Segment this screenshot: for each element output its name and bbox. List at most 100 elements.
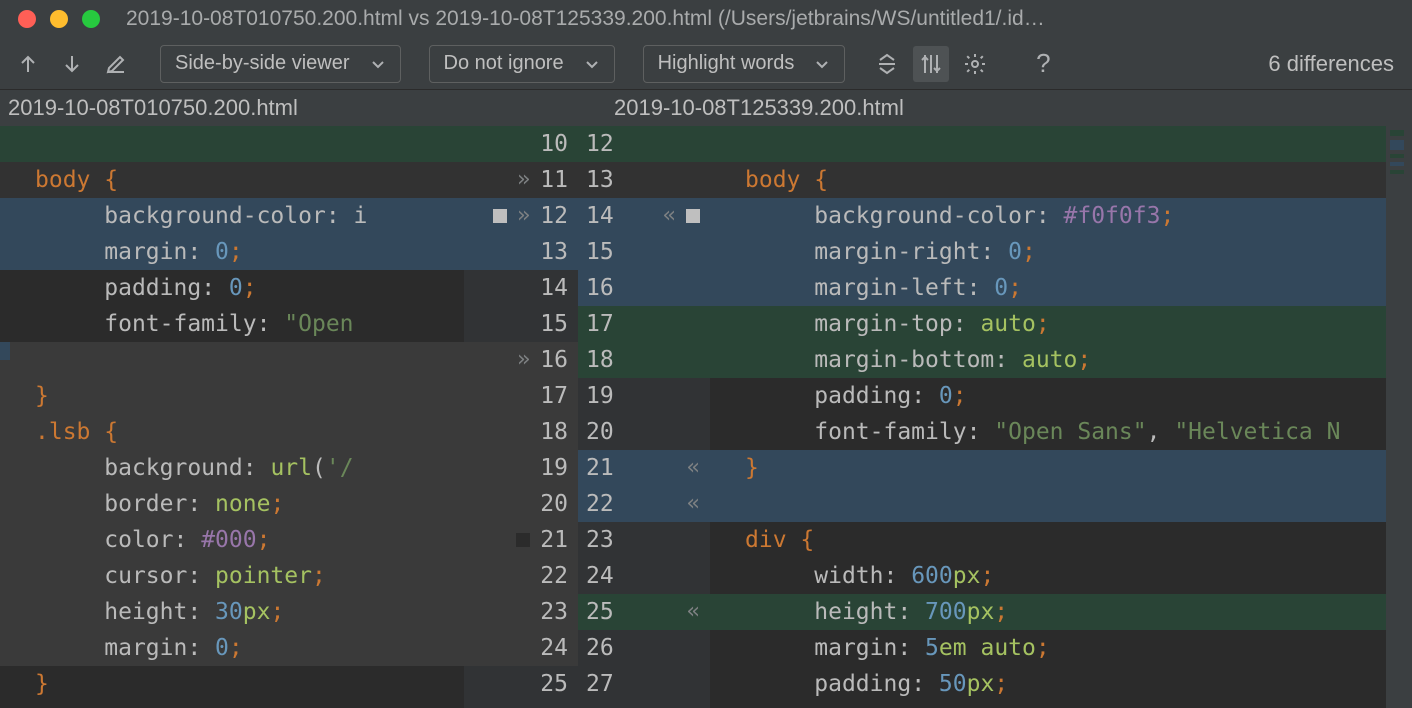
code-line[interactable]: body { [710, 162, 1386, 198]
code-line[interactable]: background: url('/ [0, 450, 464, 486]
close-window-button[interactable] [18, 10, 36, 28]
diff-viewer: body { background-color: i margin: 0; pa… [0, 126, 1412, 708]
gutter-line: 22 [464, 558, 578, 594]
collapse-icon [875, 52, 899, 76]
apply-left-icon[interactable]: « [687, 450, 700, 486]
code-line[interactable]: color: #000; [0, 522, 464, 558]
scrollbar-marker [1390, 154, 1404, 158]
collapse-unchanged-button[interactable] [869, 46, 905, 82]
gutter-line: 21« [578, 450, 710, 486]
gutter-line: 14 [464, 270, 578, 306]
gutter-line: 27 [578, 666, 710, 702]
left-gutter: 10»11»12131415»16171819202122232425 [464, 126, 578, 708]
code-line[interactable]: } [0, 378, 464, 414]
gutter-line: 18 [464, 414, 578, 450]
gutter-line: 20 [578, 414, 710, 450]
line-number: 20 [540, 486, 568, 522]
gear-icon [963, 52, 987, 76]
gutter-line: 12 [578, 126, 710, 162]
apply-left-icon[interactable]: « [687, 594, 700, 630]
code-line[interactable] [0, 342, 464, 378]
chevron-down-icon [814, 56, 830, 72]
code-line[interactable]: } [710, 450, 1386, 486]
sync-scroll-icon [919, 52, 943, 76]
line-number: 23 [540, 594, 568, 630]
code-line[interactable]: width: 600px; [710, 558, 1386, 594]
code-line[interactable]: cursor: pointer; [0, 558, 464, 594]
gutter-line: 15 [464, 306, 578, 342]
code-line[interactable]: background-color: #f0f0f3; [710, 198, 1386, 234]
gutter-line: 16 [578, 270, 710, 306]
code-line[interactable]: body { [0, 162, 464, 198]
code-line[interactable]: margin: 0; [0, 630, 464, 666]
code-line[interactable]: padding: 50px; [710, 666, 1386, 702]
code-line[interactable]: .lsb { [0, 414, 464, 450]
code-line[interactable]: margin: 5em auto; [710, 630, 1386, 666]
scrollbar-marker [1390, 130, 1404, 136]
right-editor[interactable]: body { background-color: #f0f0f3; margin… [710, 126, 1386, 708]
code-line[interactable]: border: none; [0, 486, 464, 522]
gutter-line: 26 [578, 630, 710, 666]
traffic-lights [18, 10, 100, 28]
right-scrollbar[interactable] [1386, 126, 1412, 708]
line-number: 19 [540, 450, 568, 486]
settings-button[interactable] [957, 46, 993, 82]
change-marker-icon[interactable] [516, 533, 530, 547]
gutter-line: 17 [578, 306, 710, 342]
line-number: 19 [586, 378, 614, 414]
gutter-line: 19 [578, 378, 710, 414]
ignore-mode-dropdown[interactable]: Do not ignore [429, 45, 615, 83]
code-line[interactable]: font-family: "Open [0, 306, 464, 342]
window-title: 2019-10-08T010750.200.html vs 2019-10-08… [126, 7, 1045, 31]
code-line[interactable]: margin-right: 0; [710, 234, 1386, 270]
apply-left-icon[interactable]: « [663, 198, 676, 234]
line-number: 17 [586, 306, 614, 342]
code-line[interactable] [0, 126, 464, 162]
code-line[interactable]: margin-bottom: auto; [710, 342, 1386, 378]
apply-right-icon[interactable]: » [517, 162, 530, 198]
apply-right-icon[interactable]: » [517, 198, 530, 234]
code-line[interactable]: font-family: "Open Sans", "Helvetica N [710, 414, 1386, 450]
view-mode-dropdown[interactable]: Side-by-side viewer [160, 45, 401, 83]
line-number: 15 [586, 234, 614, 270]
maximize-window-button[interactable] [82, 10, 100, 28]
highlight-mode-dropdown[interactable]: Highlight words [643, 45, 846, 83]
code-line[interactable]: height: 700px; [710, 594, 1386, 630]
edit-button[interactable] [98, 46, 134, 82]
sync-scroll-button[interactable] [913, 46, 949, 82]
line-number: 14 [540, 270, 568, 306]
line-number: 22 [586, 486, 614, 522]
line-number: 24 [586, 558, 614, 594]
code-line[interactable]: background-color: i [0, 198, 464, 234]
line-number: 16 [540, 342, 568, 378]
code-line[interactable] [710, 486, 1386, 522]
next-diff-button[interactable] [54, 46, 90, 82]
line-number: 13 [586, 162, 614, 198]
minimize-window-button[interactable] [50, 10, 68, 28]
prev-diff-button[interactable] [10, 46, 46, 82]
gutter-line: 21 [464, 522, 578, 558]
code-line[interactable]: margin-left: 0; [710, 270, 1386, 306]
line-number: 18 [540, 414, 568, 450]
line-number: 13 [540, 234, 568, 270]
diff-count-label: 6 differences [1268, 51, 1394, 77]
gutter-line: 23 [578, 522, 710, 558]
code-line[interactable] [710, 126, 1386, 162]
code-line[interactable]: } [0, 666, 464, 702]
code-line[interactable]: height: 30px; [0, 594, 464, 630]
pencil-icon [104, 52, 128, 76]
line-number: 15 [540, 306, 568, 342]
code-line[interactable]: div { [710, 522, 1386, 558]
apply-left-icon[interactable]: « [687, 486, 700, 522]
code-line[interactable]: margin: 0; [0, 234, 464, 270]
apply-right-icon[interactable]: » [517, 342, 530, 378]
change-marker-icon[interactable] [686, 209, 700, 223]
code-line[interactable]: padding: 0; [710, 378, 1386, 414]
code-line[interactable]: margin-top: auto; [710, 306, 1386, 342]
left-editor[interactable]: body { background-color: i margin: 0; pa… [0, 126, 464, 708]
help-button[interactable]: ? [1025, 46, 1061, 82]
line-number: 10 [540, 126, 568, 162]
code-line[interactable]: padding: 0; [0, 270, 464, 306]
gutter-line: 15 [578, 234, 710, 270]
change-marker-icon[interactable] [493, 209, 507, 223]
